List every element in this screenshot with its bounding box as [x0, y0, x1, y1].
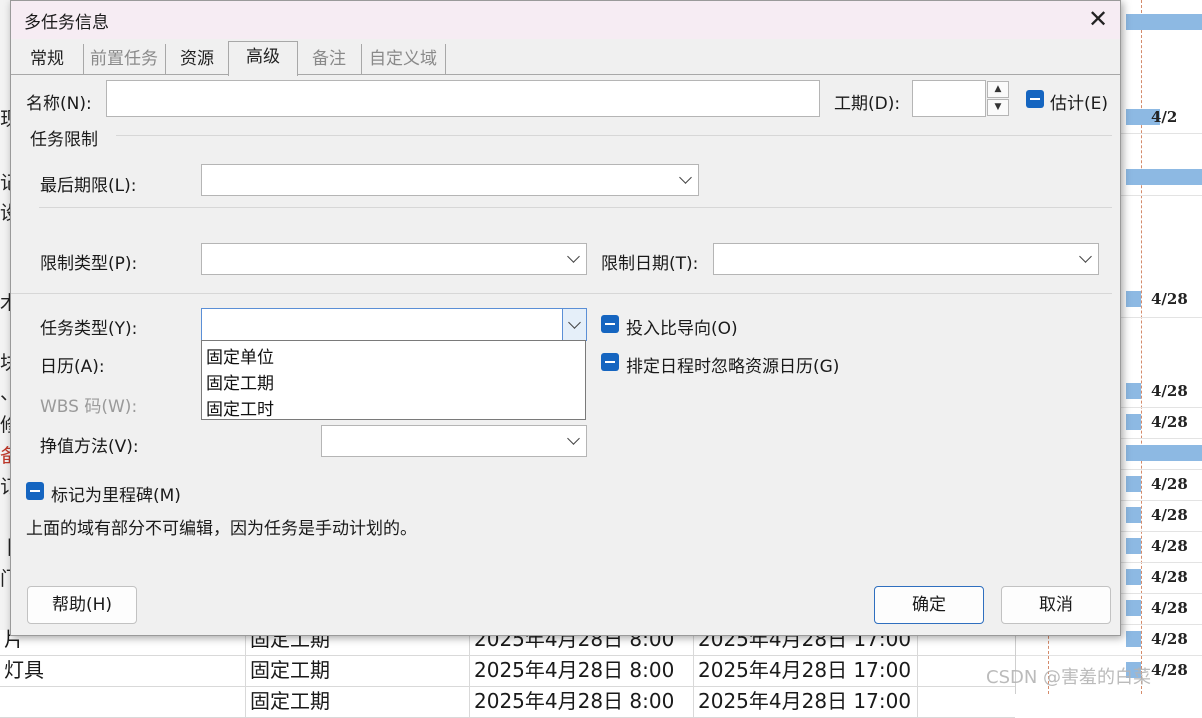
help-button[interactable]: 帮助(H): [27, 586, 137, 624]
tab-predecessors[interactable]: 前置任务: [83, 44, 166, 74]
tab-divider: [11, 74, 1120, 75]
chevron-down-icon[interactable]: [567, 432, 580, 445]
close-icon[interactable]: ✕: [1085, 6, 1111, 32]
deadline-combobox[interactable]: [201, 164, 699, 196]
constraint-date-label: 限制日期(T):: [601, 254, 699, 274]
gantt-date-label: 4/28: [1151, 290, 1188, 308]
effort-driven-label: 投入比导向(O): [626, 319, 738, 339]
task-type-dropdown-list: 固定单位 固定工期 固定工时: [201, 340, 586, 420]
gantt-bar[interactable]: [1126, 445, 1202, 461]
gantt-bar[interactable]: [1126, 600, 1141, 616]
dropdown-button[interactable]: [562, 309, 586, 340]
group-divider: [116, 135, 1112, 136]
chevron-down-icon[interactable]: [567, 250, 580, 263]
gantt-date-label: 4/28: [1151, 661, 1188, 679]
constraint-type-label: 限制类型(P):: [40, 254, 138, 274]
gantt-bar[interactable]: [1126, 383, 1141, 399]
section-divider: [11, 293, 1112, 294]
chevron-down-icon[interactable]: [568, 315, 581, 329]
effort-driven-checkbox[interactable]: [601, 315, 619, 333]
task-type-cell[interactable]: 固定工期: [246, 686, 470, 717]
constraints-group-title: 任务限制: [30, 130, 98, 150]
duration-label: 工期(D):: [834, 94, 901, 114]
gantt-date-label: 4/28: [1151, 413, 1188, 431]
gantt-bar[interactable]: [1126, 291, 1141, 307]
gantt-date-label: 4/28: [1151, 475, 1188, 493]
tab-notes[interactable]: 备注: [297, 44, 362, 74]
chevron-down-icon[interactable]: [1079, 250, 1092, 263]
dialog-title: 多任务信息: [24, 13, 109, 33]
task-name-cell[interactable]: 灯具: [0, 655, 246, 686]
milestone-label: 标记为里程碑(M): [51, 486, 181, 506]
constraint-type-combobox[interactable]: [201, 243, 587, 275]
task-type-cell[interactable]: 固定工期: [246, 655, 470, 686]
calendar-label: 日历(A):: [40, 357, 105, 377]
gantt-bar[interactable]: [1126, 569, 1141, 585]
task-table: 片 固定工期 2025年4月28日 8:00 2025年4月28日 17:00 …: [0, 624, 1015, 718]
duration-input[interactable]: [912, 80, 986, 117]
gantt-date-label: 4/28: [1151, 599, 1188, 617]
name-input[interactable]: [106, 80, 820, 117]
earned-value-combobox[interactable]: [321, 425, 587, 457]
name-label: 名称(N):: [26, 94, 92, 114]
ignore-resource-calendar-checkbox[interactable]: [601, 353, 619, 371]
ok-button[interactable]: 确定: [874, 586, 984, 624]
gantt-date-label: 4/28: [1151, 630, 1188, 648]
task-finish-cell[interactable]: 2025年4月28日 17:00: [694, 655, 918, 686]
deadline-label: 最后期限(L):: [40, 176, 137, 196]
tab-resources[interactable]: 资源: [165, 44, 230, 74]
watermark: CSDN @害羞的白菜: [986, 667, 1152, 688]
section-divider: [39, 207, 1112, 208]
task-type-label: 任务类型(Y):: [40, 319, 138, 339]
gantt-bar[interactable]: [1126, 169, 1202, 185]
manual-schedule-note: 上面的域有部分不可编辑，因为任务是手动计划的。: [26, 519, 417, 539]
estimated-label: 估计(E): [1050, 94, 1109, 114]
earned-value-label: 挣值方法(V):: [40, 437, 139, 457]
gantt-bar[interactable]: [1126, 14, 1202, 30]
gantt-date-label: 4/28: [1151, 382, 1188, 400]
task-finish-cell[interactable]: 2025年4月28日 17:00: [694, 686, 918, 717]
dialog-titlebar[interactable]: 多任务信息 ✕: [11, 1, 1120, 39]
spin-up-icon[interactable]: ▲: [987, 81, 1009, 98]
estimated-checkbox[interactable]: [1026, 90, 1044, 108]
task-type-combobox[interactable]: [201, 308, 587, 341]
tab-custom-fields[interactable]: 自定义域: [361, 44, 446, 74]
gantt-date-label: 4/28: [1151, 506, 1188, 524]
dropdown-option[interactable]: 固定单位: [206, 343, 274, 368]
task-start-cell[interactable]: 2025年4月28日 8:00: [470, 686, 694, 717]
gantt-bar[interactable]: [1126, 476, 1141, 492]
gantt-bar[interactable]: [1126, 538, 1141, 554]
gantt-bar[interactable]: [1126, 414, 1141, 430]
wbs-label: WBS 码(W):: [40, 397, 138, 417]
tab-general[interactable]: 常规: [11, 44, 84, 74]
gantt-bar[interactable]: [1126, 507, 1141, 523]
task-name-cell[interactable]: [0, 686, 246, 717]
milestone-checkbox[interactable]: [26, 482, 44, 500]
table-row[interactable]: 固定工期 2025年4月28日 8:00 2025年4月28日 17:00: [0, 686, 1015, 718]
tab-advanced[interactable]: 高级: [228, 41, 298, 76]
chevron-down-icon[interactable]: [679, 171, 692, 184]
dropdown-option[interactable]: 固定工期: [206, 369, 274, 394]
dropdown-option[interactable]: 固定工时: [206, 395, 274, 420]
spin-down-icon[interactable]: ▼: [987, 99, 1009, 116]
task-information-dialog: 多任务信息 ✕ 常规 前置任务 资源 高级 备注 自定义域 名称(N): 工期(…: [10, 0, 1121, 636]
constraint-date-combobox[interactable]: [713, 243, 1099, 275]
table-row[interactable]: 灯具 固定工期 2025年4月28日 8:00 2025年4月28日 17:00: [0, 655, 1015, 687]
task-start-cell[interactable]: 2025年4月28日 8:00: [470, 655, 694, 686]
gantt-bar[interactable]: [1126, 631, 1141, 647]
ignore-resource-calendar-label: 排定日程时忽略资源日历(G): [626, 357, 840, 377]
gantt-date-label: 4/28: [1151, 568, 1188, 586]
cancel-button[interactable]: 取消: [1001, 586, 1111, 624]
gantt-date-label: 4/2: [1151, 108, 1178, 126]
gantt-date-label: 4/28: [1151, 537, 1188, 555]
